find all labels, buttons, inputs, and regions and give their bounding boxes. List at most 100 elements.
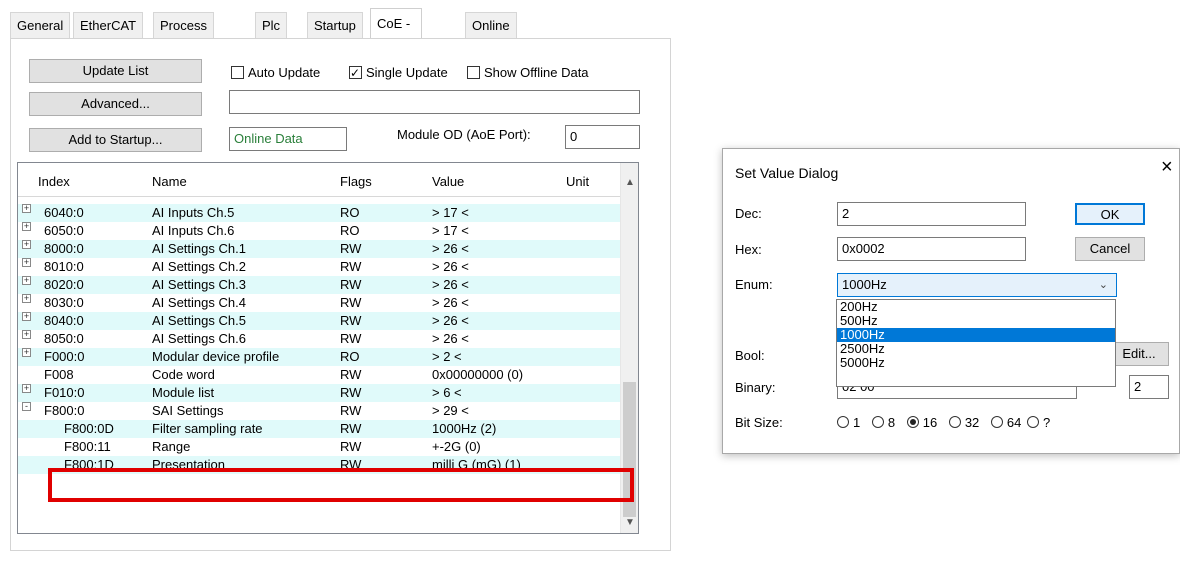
row-name: Module list — [152, 385, 215, 400]
enum-option-200hz[interactable]: 200Hz — [837, 300, 1115, 314]
table-row[interactable]: +8030:0 AI Settings Ch.4 RW > 26 < — [18, 294, 620, 312]
ok-button[interactable]: OK — [1075, 203, 1145, 225]
bit-size-radio-unknown[interactable]: ? — [1027, 415, 1050, 430]
add-to-startup-button[interactable]: Add to Startup... — [29, 128, 202, 152]
close-icon[interactable]: × — [1161, 157, 1173, 177]
radio-circle — [871, 416, 884, 428]
row-index: 8020:0 — [44, 277, 84, 292]
table-row[interactable]: F008 Code word RW 0x00000000 (0) — [18, 366, 620, 384]
row-flags: RW — [340, 241, 362, 256]
expand-icon[interactable]: + — [22, 330, 31, 339]
tab-general[interactable]: General — [10, 12, 71, 38]
expand-icon[interactable]: + — [22, 384, 31, 393]
bit-size-radio-32[interactable]: 32 — [948, 415, 980, 430]
row-flags: RW — [340, 331, 362, 346]
radio-circle — [1027, 416, 1039, 428]
advanced-button[interactable]: Advanced... — [29, 92, 202, 116]
table-row[interactable]: +8000:0 AI Settings Ch.1 RW > 26 < — [18, 240, 620, 258]
table-row[interactable]: +8020:0 AI Settings Ch.3 RW > 26 < — [18, 276, 620, 294]
module-od-field[interactable]: 0 — [565, 125, 640, 149]
radio-circle — [837, 416, 849, 428]
tab-startup[interactable]: Startup — [307, 12, 363, 38]
bit-size-radio-8[interactable]: 8 — [871, 415, 895, 430]
table-row[interactable]: - F800:0 SAI Settings RW > 29 < — [18, 402, 620, 420]
expand-icon[interactable]: + — [22, 348, 31, 357]
table-row[interactable]: +6050:0 AI Inputs Ch.6 RO > 17 < — [18, 222, 620, 240]
single-update-label: Single Update — [366, 65, 448, 80]
table-row[interactable]: +8040:0 AI Settings Ch.5 RW > 26 < — [18, 312, 620, 330]
dec-field[interactable]: 2 — [837, 202, 1026, 226]
radio-label: 64 — [1006, 415, 1022, 430]
collapse-icon[interactable]: - — [22, 402, 31, 411]
column-name[interactable]: Name — [152, 174, 187, 189]
single-update-checkbox[interactable]: Single Update — [349, 64, 448, 82]
enum-option-5000hz[interactable]: 5000Hz — [837, 356, 1115, 370]
row-name: Modular device profile — [152, 349, 280, 364]
advanced-text-field[interactable] — [229, 90, 640, 114]
table-row[interactable]: F800:0D Filter sampling rate RW 1000Hz (2) — [18, 420, 620, 438]
bit-size-radio-16[interactable]: 16 — [906, 415, 938, 430]
expand-icon[interactable]: + — [22, 222, 31, 231]
binary-size-field[interactable]: 2 — [1129, 375, 1169, 399]
row-value: > 26 < — [432, 331, 469, 346]
enum-option-2500hz[interactable]: 2500Hz — [837, 342, 1115, 356]
row-name: AI Settings Ch.1 — [152, 241, 246, 256]
edit-button[interactable]: Edit... — [1109, 342, 1169, 366]
update-list-button[interactable]: Update List — [29, 59, 202, 83]
tab-ethercat[interactable]: EtherCAT — [73, 12, 144, 38]
expand-icon[interactable]: + — [22, 312, 31, 321]
row-name: AI Inputs Ch.6 — [152, 223, 235, 238]
column-value[interactable]: Value — [432, 174, 464, 189]
bit-size-radio-1[interactable]: 1 — [837, 415, 860, 430]
enum-option-500hz[interactable]: 500Hz — [837, 314, 1115, 328]
row-name: Code word — [152, 367, 215, 382]
expand-icon[interactable]: + — [22, 204, 31, 213]
chevron-down-icon: ⌄ — [1098, 279, 1108, 291]
auto-update-label: Auto Update — [248, 65, 321, 80]
table-row[interactable]: +6040:0 AI Inputs Ch.5 RO > 17 < — [18, 204, 620, 222]
tab-online[interactable]: Online — [465, 12, 517, 38]
table-row[interactable]: +8010:0 AI Settings Ch.2 RW > 26 < — [18, 258, 620, 276]
scroll-down-icon[interactable]: ▼ — [625, 517, 635, 528]
enum-option-1000hz[interactable]: 1000Hz — [837, 328, 1115, 342]
row-name: AI Settings Ch.5 — [152, 313, 246, 328]
show-offline-data-label: Show Offline Data — [484, 65, 589, 80]
column-flags[interactable]: Flags — [340, 174, 372, 189]
expand-icon[interactable]: + — [22, 294, 31, 303]
auto-update-checkbox[interactable]: Auto Update — [231, 64, 320, 82]
tab-plc[interactable]: Plc — [255, 12, 288, 38]
radio-label: 32 — [964, 415, 980, 430]
bit-size-radio-64[interactable]: 64 — [990, 415, 1022, 430]
row-flags: RW — [340, 403, 362, 418]
enum-dropdown-list: 200Hz 500Hz 1000Hz 2500Hz 5000Hz — [836, 299, 1116, 387]
expand-icon[interactable]: + — [22, 276, 31, 285]
expand-icon[interactable]: + — [22, 258, 31, 267]
cancel-button[interactable]: Cancel — [1075, 237, 1145, 261]
highlight-box — [48, 468, 634, 502]
radio-label: 16 — [922, 415, 938, 430]
radio-label: ? — [1043, 415, 1051, 430]
show-offline-data-checkbox[interactable]: Show Offline Data — [467, 64, 589, 82]
row-index: 8000:0 — [44, 241, 84, 256]
dialog-title: Set Value Dialog — [735, 165, 839, 181]
column-index[interactable]: Index — [38, 174, 70, 189]
table-row[interactable]: F800:11 Range RW +-2G (0) — [18, 438, 620, 456]
row-value: > 26 < — [432, 295, 469, 310]
expand-icon[interactable]: + — [22, 240, 31, 249]
radio-circle — [948, 416, 961, 428]
tab-process-data[interactable]: Process Data — [153, 12, 214, 59]
scroll-up-icon[interactable]: ▲ — [625, 177, 635, 188]
bit-size-radio-group: 1 8 16 32 64 ? — [837, 415, 1050, 430]
column-unit[interactable]: Unit — [566, 174, 589, 189]
radio-label: 1 — [853, 415, 861, 430]
row-flags: RO — [340, 349, 360, 364]
table-row[interactable]: + F010:0 Module list RW > 6 < — [18, 384, 620, 402]
tab-coe-online[interactable]: CoE - Online — [370, 8, 422, 61]
checkbox-box — [349, 64, 362, 82]
row-name: AI Settings Ch.4 — [152, 295, 246, 310]
enum-select[interactable]: 1000Hz ⌄ — [837, 273, 1117, 297]
table-row[interactable]: + F000:0 Modular device profile RO > 2 < — [18, 348, 620, 366]
row-flags: RW — [340, 385, 362, 400]
hex-field[interactable]: 0x0002 — [837, 237, 1026, 261]
table-row[interactable]: +8050:0 AI Settings Ch.6 RW > 26 < — [18, 330, 620, 348]
